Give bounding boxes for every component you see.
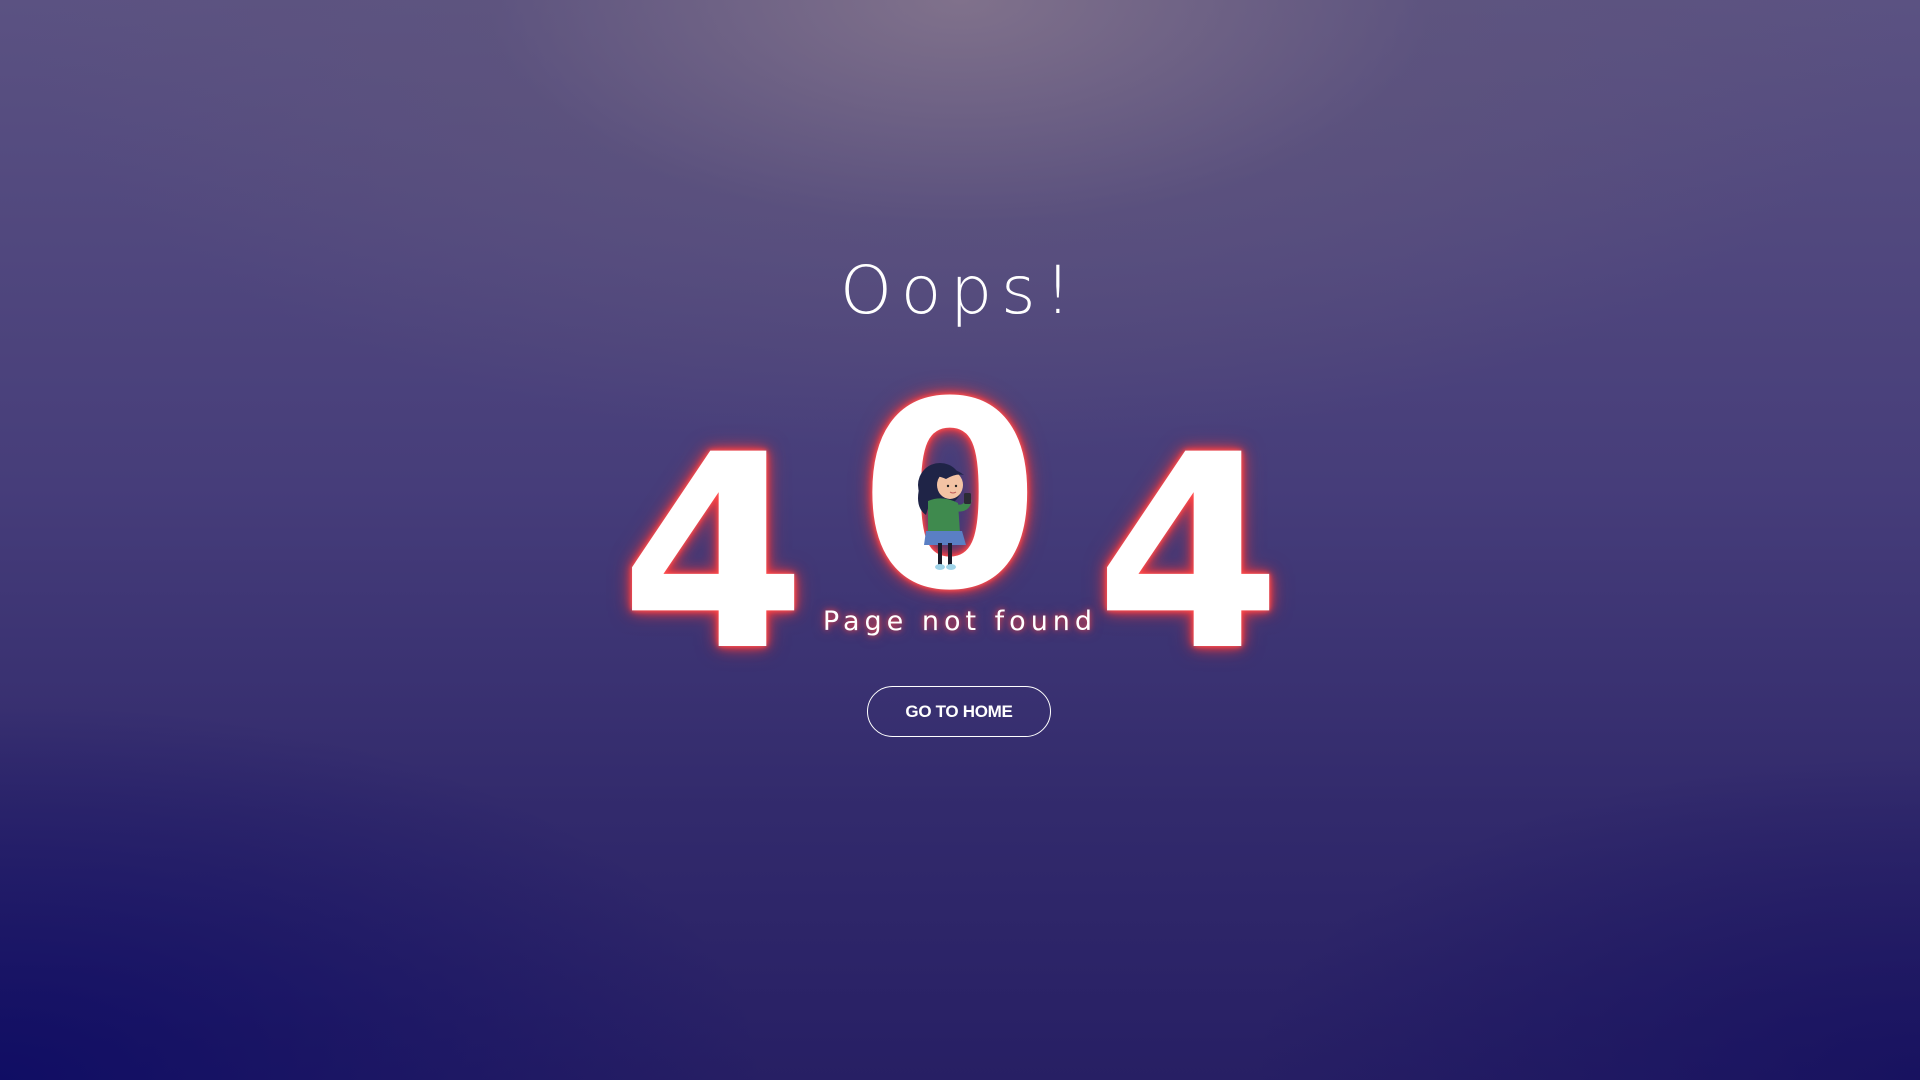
go-to-home-button[interactable]: GO TO HOME (867, 686, 1051, 737)
oops-heading: Oops! (839, 252, 1081, 329)
page-not-found-subtitle: Page not found (822, 606, 1098, 637)
error-digit-first: 4 (620, 398, 807, 710)
error-digit-last: 4 (1095, 398, 1282, 710)
girl-with-phone-illustration (918, 463, 972, 570)
